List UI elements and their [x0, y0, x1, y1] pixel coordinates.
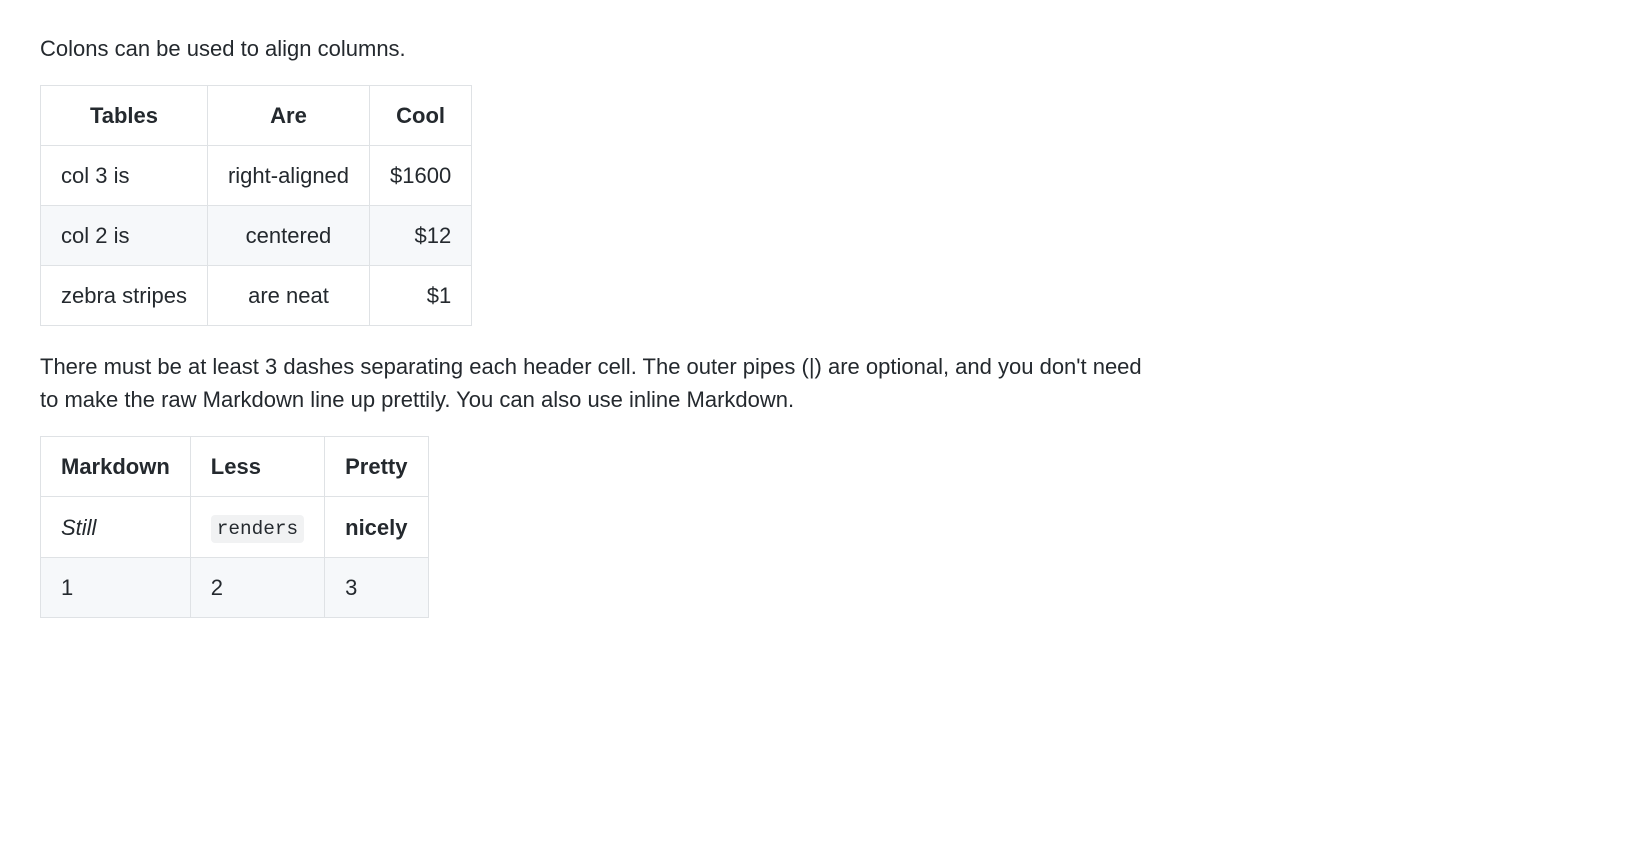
code-text: renders	[211, 515, 304, 543]
table-header-row: Tables Are Cool	[41, 86, 472, 146]
intro-paragraph: Colons can be used to align columns.	[40, 32, 1598, 65]
table-cell: right-aligned	[207, 146, 369, 206]
table-cell: col 2 is	[41, 206, 208, 266]
table-cell: 2	[190, 558, 324, 618]
italic-text: Still	[61, 515, 96, 540]
table-cell: $12	[370, 206, 472, 266]
table-header-row: Markdown Less Pretty	[41, 437, 429, 497]
table-header-cell: Cool	[370, 86, 472, 146]
table-cell: zebra stripes	[41, 266, 208, 326]
table-cell: $1	[370, 266, 472, 326]
table-header-cell: Tables	[41, 86, 208, 146]
table-cell: are neat	[207, 266, 369, 326]
table-header-cell: Markdown	[41, 437, 191, 497]
table-cell: nicely	[325, 497, 428, 558]
table-cell: Still	[41, 497, 191, 558]
aligned-table: Tables Are Cool col 3 is right-aligned $…	[40, 85, 472, 326]
table-row: col 2 is centered $12	[41, 206, 472, 266]
mid-paragraph: There must be at least 3 dashes separati…	[40, 350, 1160, 416]
bold-text: nicely	[345, 515, 407, 540]
table-cell: 1	[41, 558, 191, 618]
table-cell: renders	[190, 497, 324, 558]
table-cell: 3	[325, 558, 428, 618]
table-cell: $1600	[370, 146, 472, 206]
table-header-cell: Less	[190, 437, 324, 497]
table-header-cell: Are	[207, 86, 369, 146]
table-row: zebra stripes are neat $1	[41, 266, 472, 326]
table-row: Still renders nicely	[41, 497, 429, 558]
table-cell: col 3 is	[41, 146, 208, 206]
table-row: col 3 is right-aligned $1600	[41, 146, 472, 206]
table-cell: centered	[207, 206, 369, 266]
inline-markdown-table: Markdown Less Pretty Still renders nicel…	[40, 436, 429, 618]
table-row: 1 2 3	[41, 558, 429, 618]
table-header-cell: Pretty	[325, 437, 428, 497]
